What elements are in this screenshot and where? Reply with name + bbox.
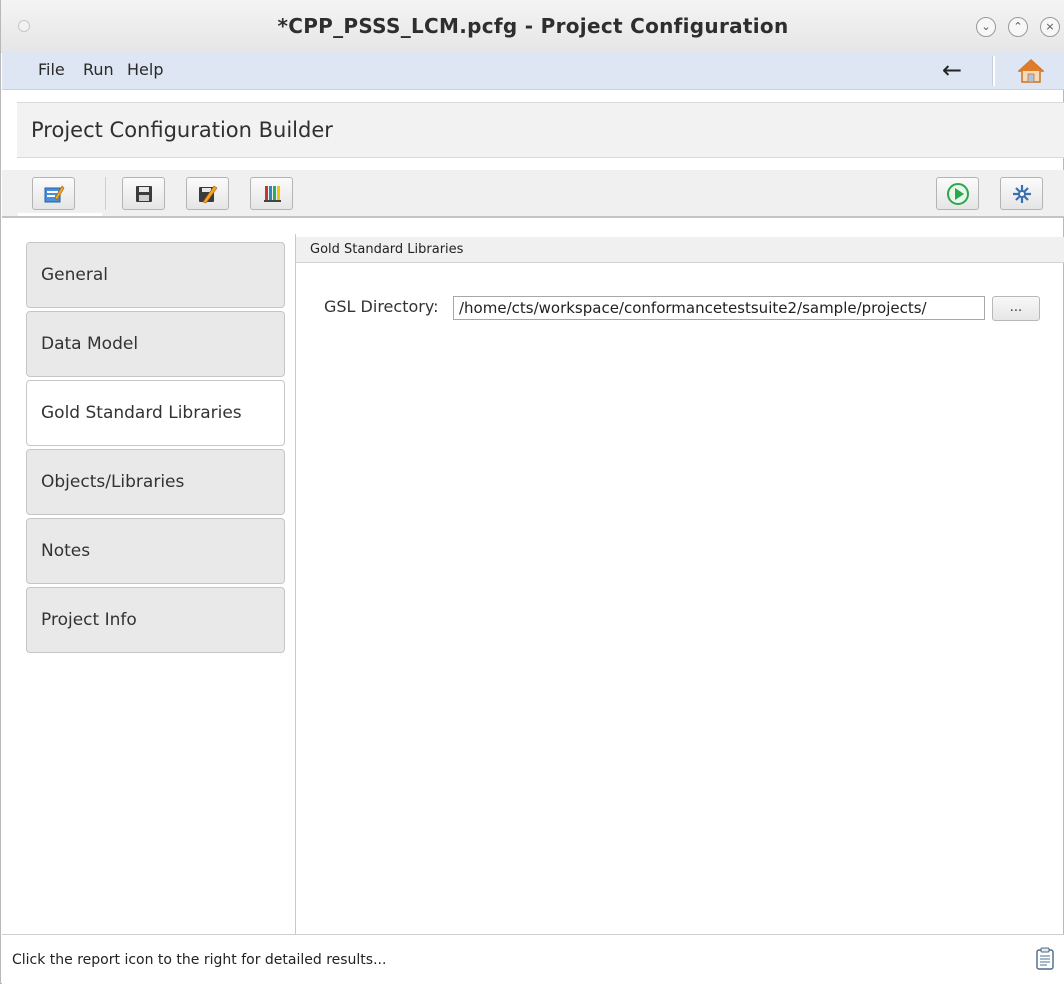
save-as-icon [198, 185, 217, 203]
menu-separator [992, 56, 995, 86]
menu-bar: File Run Help ← [2, 52, 1064, 90]
menu-file[interactable]: File [38, 60, 65, 79]
maximize-button[interactable]: ⌃ [1008, 17, 1028, 37]
nav-item-objects-libraries[interactable]: Objects/Libraries [26, 449, 285, 515]
nav-item-label: General [41, 265, 108, 285]
toolbar-active-indicator [18, 213, 102, 216]
settings-button[interactable] [1000, 177, 1043, 210]
nav-item-label: Project Info [41, 610, 137, 630]
builder-header: Project Configuration Builder [17, 102, 1064, 158]
toolbar-separator [105, 177, 106, 210]
nav-item-gold-standard-libraries[interactable]: Gold Standard Libraries [26, 380, 285, 446]
report-icon[interactable] [1035, 947, 1055, 971]
library-icon [263, 185, 281, 202]
save-button[interactable] [122, 177, 165, 210]
library-button[interactable] [250, 177, 293, 210]
menu-help[interactable]: Help [127, 60, 163, 79]
section-header: Gold Standard Libraries [296, 237, 1064, 263]
save-icon [135, 185, 152, 202]
application-window: *CPP_PSSS_LCM.pcfg - Project Configurati… [0, 0, 1064, 985]
back-arrow-icon[interactable]: ← [942, 56, 962, 84]
nav-item-label: Notes [41, 541, 91, 561]
nav-item-notes[interactable]: Notes [26, 518, 285, 584]
gsl-directory-label: GSL Directory: [324, 297, 439, 316]
edit-button[interactable] [32, 177, 75, 210]
menu-run[interactable]: Run [83, 60, 114, 79]
nav-item-project-info[interactable]: Project Info [26, 587, 285, 653]
status-bar: Click the report icon to the right for d… [2, 934, 1064, 985]
nav-item-label: Gold Standard Libraries [41, 403, 242, 423]
minimize-button[interactable]: ⌄ [976, 17, 996, 37]
title-bar: *CPP_PSSS_LCM.pcfg - Project Configurati… [1, 0, 1064, 53]
edit-icon [44, 185, 64, 202]
run-icon [946, 182, 969, 205]
builder-title: Project Configuration Builder [31, 118, 333, 142]
run-button[interactable] [936, 177, 979, 210]
status-text: Click the report icon to the right for d… [12, 952, 387, 968]
save-as-button[interactable] [186, 177, 229, 210]
nav-item-general[interactable]: General [26, 242, 285, 308]
home-icon[interactable] [1018, 59, 1044, 83]
window-title: *CPP_PSSS_LCM.pcfg - Project Configurati… [277, 14, 789, 38]
nav-item-label: Objects/Libraries [41, 472, 185, 492]
sidebar-nav: General Data Model Gold Standard Librari… [17, 234, 296, 934]
toolbar [2, 170, 1064, 218]
nav-item-data-model[interactable]: Data Model [26, 311, 285, 377]
settings-icon [1012, 184, 1031, 203]
browse-button[interactable]: ... [992, 296, 1040, 321]
close-button[interactable]: × [1040, 17, 1060, 37]
gsl-directory-input[interactable] [453, 296, 985, 320]
nav-item-label: Data Model [41, 334, 139, 354]
